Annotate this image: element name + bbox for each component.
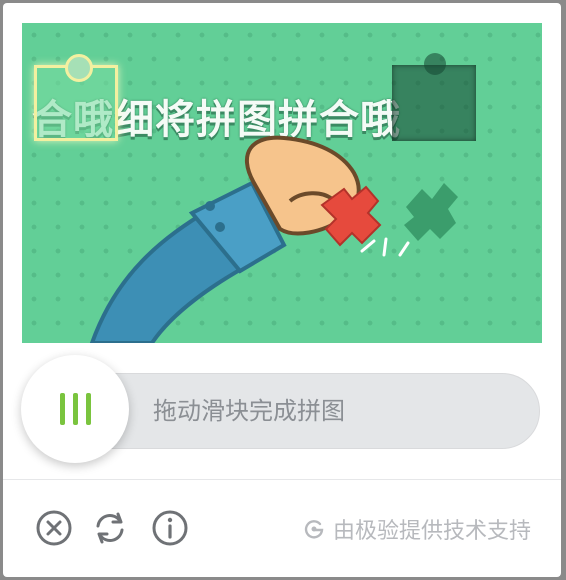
grip-lines-icon	[59, 393, 91, 425]
geetest-logo-icon	[304, 520, 324, 539]
close-circle-icon[interactable]	[35, 509, 73, 547]
puzzle-slider-piece[interactable]	[34, 54, 118, 141]
footer-divider	[3, 479, 561, 480]
brand-credit: 由极验提供技术支持	[303, 511, 531, 547]
brand-text: 由极验提供技术支持	[332, 519, 531, 544]
green-puzzle-piece	[404, 183, 458, 241]
puzzle-target-slot	[392, 53, 476, 141]
refresh-icon[interactable]	[91, 509, 129, 547]
slider-hint: 拖动滑块完成拼图	[153, 397, 345, 425]
slider-handle[interactable]	[21, 355, 129, 463]
info-icon[interactable]	[151, 509, 189, 547]
captcha-dialog: 合哦细将拼图拼合哦 拖动滑块完成拼图 由极验提供技术支持	[3, 3, 561, 577]
puzzle-image: 合哦细将拼图拼合哦	[22, 23, 542, 343]
